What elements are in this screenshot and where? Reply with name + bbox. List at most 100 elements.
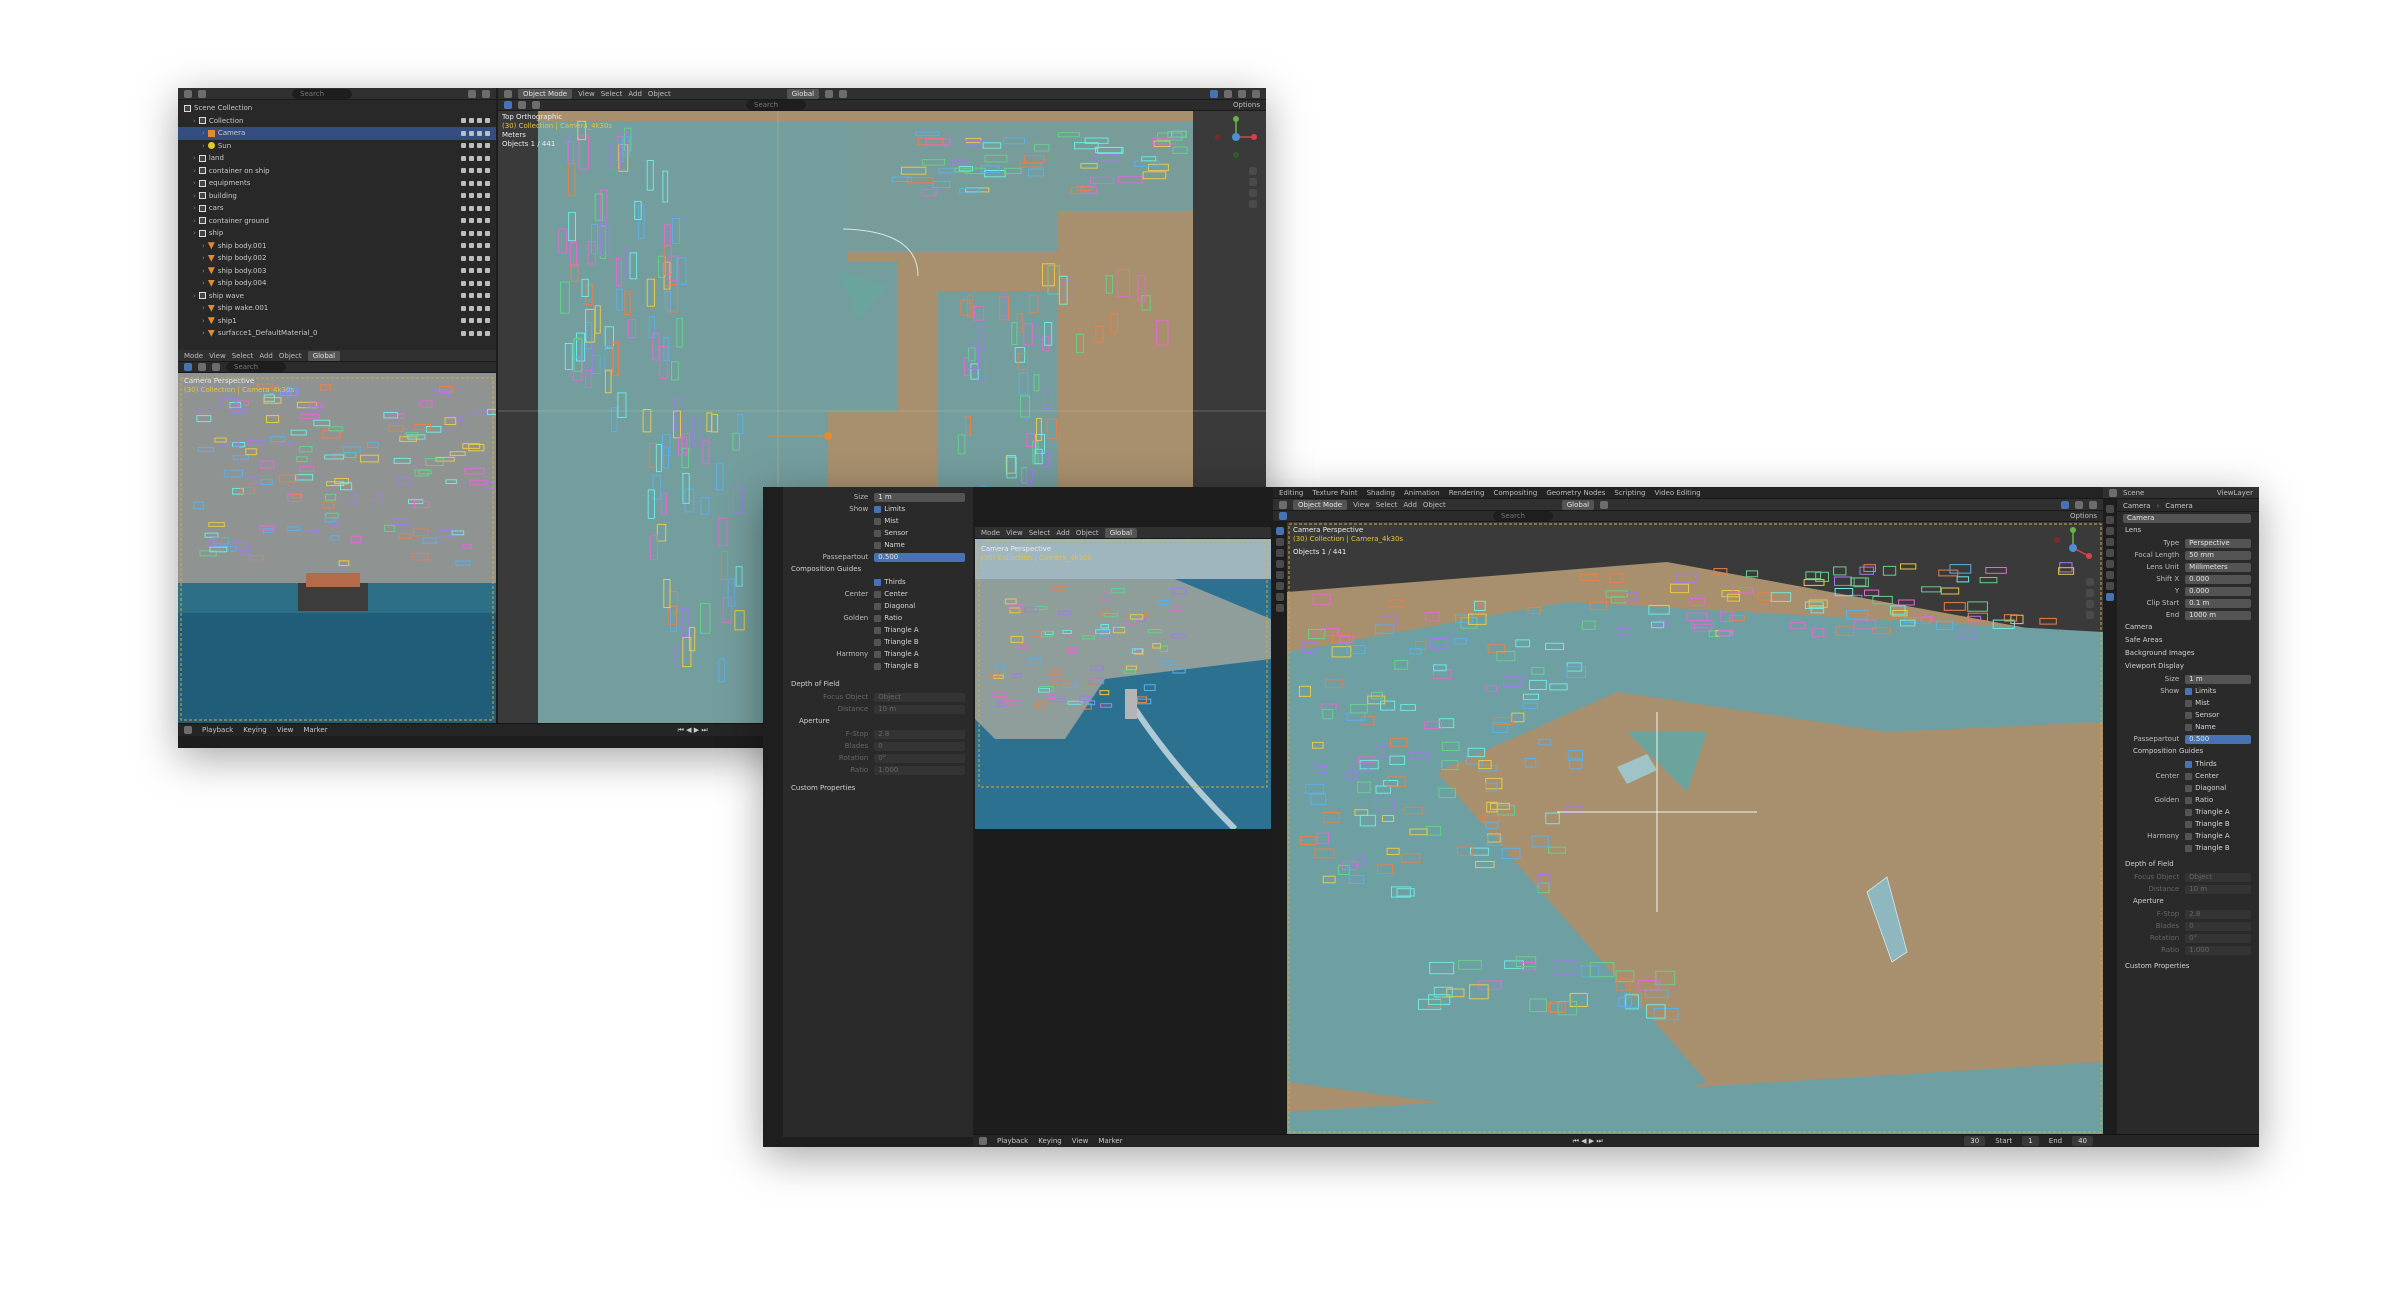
camera-render-icon[interactable] [485,230,490,236]
navigation-gizmo[interactable] [1212,113,1260,161]
world-tab-icon[interactable] [2106,560,2114,568]
select-arrow-icon[interactable] [469,193,474,199]
camera-render-icon[interactable] [485,143,490,149]
camera-section-header[interactable]: Camera [2117,621,2259,634]
menu-playback[interactable]: Playback [997,1137,1028,1145]
camera-render-icon[interactable] [485,155,490,161]
outliner-item[interactable]: › container on ship [178,165,496,178]
ortho-grid-icon[interactable] [2086,611,2094,619]
outliner-item[interactable]: › cars [178,202,496,215]
eye-icon[interactable] [477,143,482,149]
harmony-b-checkbox[interactable] [2185,844,2193,852]
name-checkbox[interactable] [874,541,882,549]
aperture-header[interactable]: Aperture [2117,895,2259,908]
expand-arrow-icon[interactable]: › [193,204,196,212]
view-layer-tab-icon[interactable] [2106,538,2114,546]
select-arrow-icon[interactable] [469,230,474,236]
camera-render-view[interactable]: Camera Perspective (30) Collection | Cam… [178,373,496,723]
constraints-tab-icon[interactable] [2106,582,2114,590]
focus-object-field[interactable]: Object [874,692,965,702]
zoom-icon[interactable] [1249,167,1257,175]
workspace-tab[interactable]: Compositing [1493,489,1537,497]
outliner-item[interactable]: › equipments [178,177,496,190]
camera-render-icon[interactable] [485,168,490,174]
pivot-icon[interactable] [1600,500,1609,509]
orientation-dropdown[interactable]: Global [1561,499,1595,510]
camera-render-icon[interactable] [485,280,490,286]
size-field[interactable]: 1 m [2185,674,2251,684]
checkbox-icon[interactable] [461,305,466,311]
menu-add[interactable]: Add [1056,529,1070,537]
eye-icon[interactable] [477,293,482,299]
workspace-tab[interactable]: Texture Paint [1312,489,1357,497]
editor-type-icon[interactable] [504,89,512,98]
render-tab-icon[interactable] [2106,516,2114,524]
select-arrow-icon[interactable] [469,118,474,124]
camera-render-icon[interactable] [485,205,490,211]
distance-field[interactable]: 10 m [2185,884,2251,894]
workspace-tab[interactable]: Animation [1404,489,1440,497]
limits-checkbox[interactable] [874,505,882,513]
workspace-tab[interactable]: Video Editing [1655,489,1701,497]
custom-properties-header[interactable]: Custom Properties [2117,960,2259,973]
checkbox-icon[interactable] [461,280,466,286]
menu-view[interactable]: View [209,352,226,360]
checkbox-icon[interactable] [461,330,466,336]
expand-arrow-icon[interactable]: › [193,229,196,237]
select-arrow-icon[interactable] [469,168,474,174]
shift-x-field[interactable]: 0.000 [2185,574,2251,584]
select-arrow-icon[interactable] [469,180,474,186]
navigation-gizmo[interactable] [2049,524,2097,572]
size-field[interactable]: 1 m [874,492,965,502]
checkbox-icon[interactable] [461,205,466,211]
outliner-root[interactable]: Scene Collection [178,102,496,115]
expand-arrow-icon[interactable]: › [202,254,205,262]
fstop-field[interactable]: 2.8 [874,729,965,739]
rotate-tool-icon[interactable] [1276,560,1284,568]
ratio-checkbox[interactable] [874,614,882,622]
expand-arrow-icon[interactable]: › [193,292,196,300]
snap-icon[interactable] [198,363,206,371]
camera-view-icon[interactable] [2086,600,2094,608]
checkbox-icon[interactable] [461,318,466,324]
expand-arrow-icon[interactable]: › [202,267,205,275]
outliner-item[interactable]: › ship body.001 [178,240,496,253]
camera-render-icon[interactable] [485,130,490,136]
camera-render-icon[interactable] [485,255,490,261]
select-arrow-icon[interactable] [469,243,474,249]
menu-select[interactable]: Select [232,352,254,360]
menu-object[interactable]: Object [1076,529,1099,537]
end-frame-field[interactable]: 40 [2072,1136,2093,1146]
checkbox-icon[interactable] [461,168,466,174]
scale-tool-icon[interactable] [1276,571,1284,579]
workspace-tab[interactable]: Editing [1279,489,1303,497]
menu-object[interactable]: Object [1423,501,1446,509]
checkbox-icon[interactable] [461,193,466,199]
menu-keying[interactable]: Keying [243,726,267,734]
eye-icon[interactable] [477,130,482,136]
workspace-tab[interactable]: Geometry Nodes [1546,489,1605,497]
select-arrow-icon[interactable] [469,318,474,324]
mode-label[interactable]: Mode [184,352,203,360]
outliner-item[interactable]: › surfacce1_DefaultMaterial_0 [178,327,496,340]
expand-arrow-icon[interactable]: › [202,279,205,287]
depth-of-field-header[interactable]: Depth of Field [2117,858,2259,871]
eye-icon[interactable] [477,255,482,261]
shading-solid-icon[interactable] [2089,500,2097,509]
tool-tab-icon[interactable] [2106,505,2114,513]
eye-icon[interactable] [477,305,482,311]
clip-start-field[interactable]: 0.1 m [2185,598,2251,608]
camera-render-icon[interactable] [485,305,490,311]
distance-field[interactable]: 10 m [874,704,965,714]
playback-controls[interactable]: ⏮ ◀ ▶ ⏭ [1573,1137,1603,1146]
sensor-checkbox[interactable] [2185,711,2193,719]
select-arrow-icon[interactable] [469,143,474,149]
current-frame-field[interactable]: 30 [1964,1136,1986,1146]
eye-icon[interactable] [477,168,482,174]
orientation-dropdown[interactable]: Global [1104,527,1138,538]
menu-select[interactable]: Select [1376,501,1398,509]
select-arrow-icon[interactable] [469,268,474,274]
checkbox-icon[interactable] [461,130,466,136]
viewport-search[interactable]: Search [1493,511,1553,521]
scene-tab-icon[interactable] [2106,549,2114,557]
